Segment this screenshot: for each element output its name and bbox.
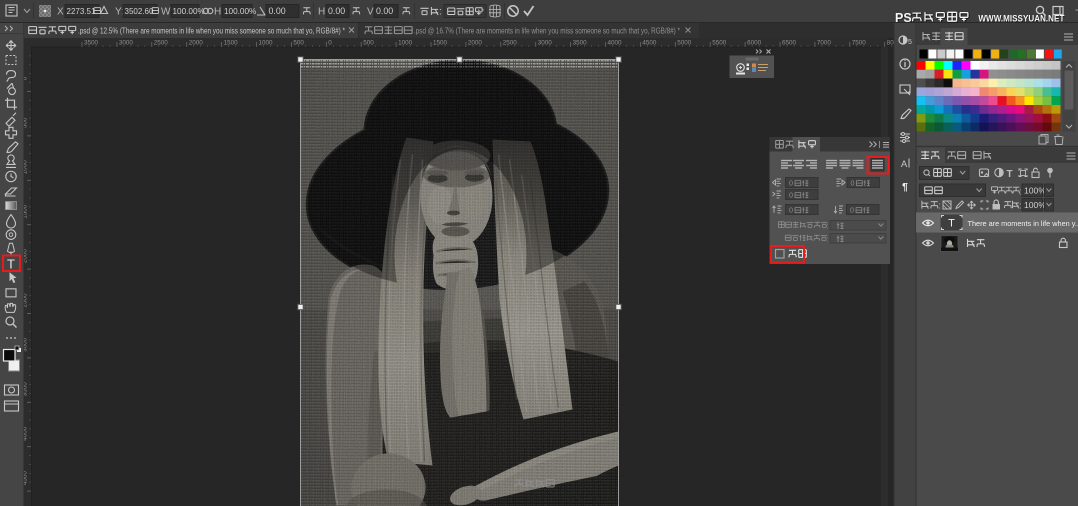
- svg-text:5: 5: [908, 39, 912, 46]
- svg-text:100%: 100%: [1024, 200, 1046, 210]
- svg-text:100.00%: 100.00%: [224, 7, 256, 16]
- svg-text:PS: PS: [895, 11, 912, 25]
- svg-text:100.00%: 100.00%: [173, 7, 205, 16]
- svg-text:.psd @ 12.5% (There are moment: .psd @ 12.5% (There are moments in life …: [78, 26, 345, 36]
- svg-text:3502.60: 3502.60: [125, 7, 154, 16]
- svg-text:0: 0: [851, 179, 855, 188]
- svg-text:0: 0: [850, 206, 854, 215]
- svg-text:0.00: 0.00: [328, 6, 345, 16]
- svg-text:0: 0: [789, 191, 793, 200]
- svg-text::: :: [439, 7, 442, 18]
- svg-text::: :: [1019, 201, 1022, 211]
- svg-text:0.00: 0.00: [376, 6, 393, 16]
- svg-text:500: 500: [293, 40, 304, 47]
- svg-text:T: T: [948, 218, 955, 230]
- svg-text:2273.51: 2273.51: [67, 7, 96, 16]
- svg-text:0: 0: [328, 40, 332, 47]
- svg-text:.psd @ 16.7% (There are moment: .psd @ 16.7% (There are moments in life …: [414, 26, 680, 36]
- svg-text:T: T: [7, 256, 15, 271]
- svg-text:A: A: [901, 159, 908, 170]
- svg-text:¶: ¶: [902, 181, 908, 193]
- svg-text::: :: [827, 235, 829, 244]
- svg-text:0: 0: [789, 179, 793, 188]
- svg-text:500: 500: [363, 40, 374, 47]
- svg-text::: :: [1019, 186, 1022, 196]
- svg-text:T: T: [1006, 169, 1012, 180]
- svg-text:100%: 100%: [1024, 186, 1046, 196]
- svg-text:0: 0: [789, 206, 793, 215]
- svg-text::: :: [939, 201, 942, 211]
- svg-text::: :: [827, 222, 829, 231]
- svg-text:WWW.MISSYUAN.NET: WWW.MISSYUAN.NET: [978, 13, 1064, 24]
- svg-text:0.00: 0.00: [269, 6, 286, 16]
- svg-text:There are moments in life when: There are moments in life when y...: [968, 219, 1078, 228]
